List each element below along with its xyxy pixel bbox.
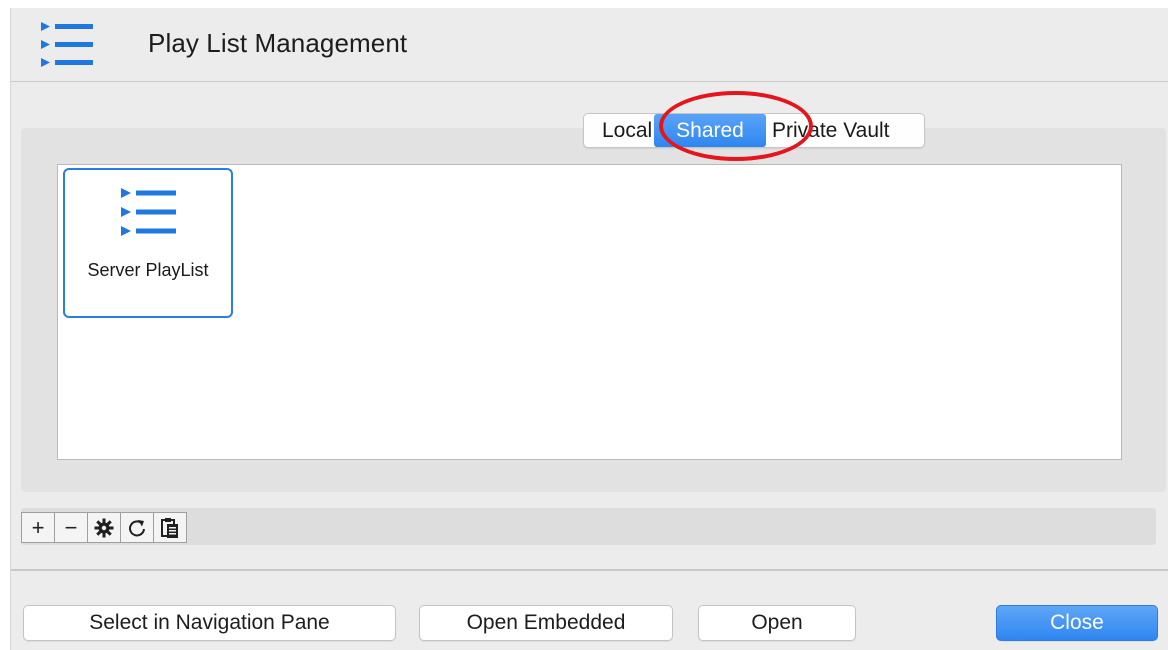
open-embedded-button[interactable]: Open Embedded xyxy=(419,605,673,641)
tab-local[interactable]: Local xyxy=(584,114,654,147)
refresh-icon xyxy=(129,519,145,536)
footer-divider xyxy=(11,569,1168,571)
playlist-icon xyxy=(121,188,176,236)
paste-button[interactable] xyxy=(153,512,187,543)
window-header: Play List Management xyxy=(11,8,1168,82)
playlist-management-window: Play List Management Local Shared Privat… xyxy=(10,8,1168,650)
plus-icon: + xyxy=(31,514,45,540)
clipboard-icon xyxy=(161,517,178,538)
select-in-navigation-pane-button[interactable]: Select in Navigation Pane xyxy=(23,605,396,641)
open-button[interactable]: Open xyxy=(698,605,856,641)
close-button[interactable]: Close xyxy=(996,605,1158,641)
refresh-button[interactable] xyxy=(120,512,154,543)
playlist-toolbar: + − xyxy=(21,508,1156,545)
location-tabs: Local Shared Private Vault xyxy=(583,113,925,148)
minus-icon: − xyxy=(64,514,78,540)
gear-icon xyxy=(94,518,114,537)
tab-shared[interactable]: Shared xyxy=(654,114,766,147)
playlist-item[interactable]: Server PlayList xyxy=(63,168,233,318)
add-button[interactable]: + xyxy=(21,512,55,543)
playlist-grid: Server PlayList xyxy=(57,164,1122,460)
tab-private-vault[interactable]: Private Vault xyxy=(766,114,924,147)
settings-button[interactable] xyxy=(87,512,121,543)
playlist-item-label: Server PlayList xyxy=(87,260,209,280)
remove-button[interactable]: − xyxy=(54,512,88,543)
window-title: Play List Management xyxy=(148,28,408,58)
playlist-icon xyxy=(41,22,93,67)
